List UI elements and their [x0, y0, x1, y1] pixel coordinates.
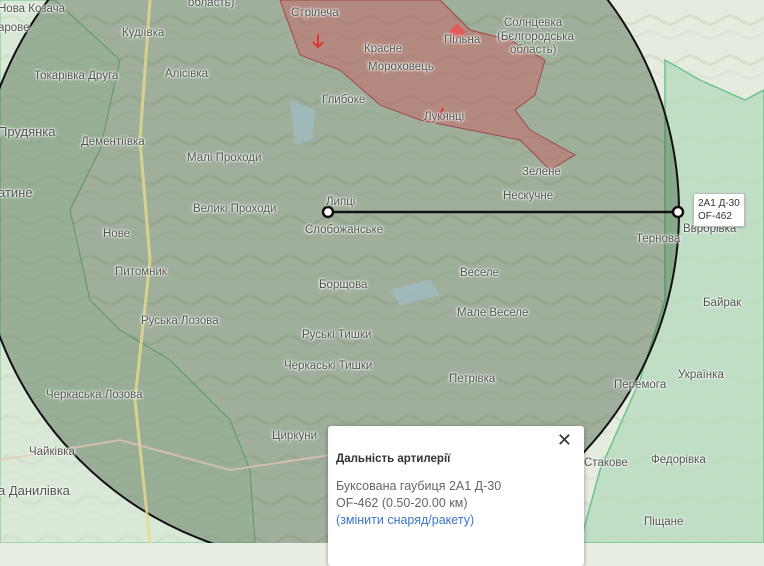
- place-label: арове: [0, 22, 30, 34]
- place-label: атине: [0, 185, 33, 200]
- place-label: Байрак: [703, 297, 742, 309]
- place-label: Алісівка: [165, 68, 209, 80]
- place-label: область): [188, 0, 235, 9]
- weapon-marker-label[interactable]: 2А1 Д-30 OF-462: [693, 193, 745, 227]
- place-label: Перемога: [614, 379, 667, 391]
- place-label: Циркуни: [272, 430, 318, 442]
- artillery-range-popup: ✕ Дальність артилерії Буксована гаубиця …: [328, 426, 584, 566]
- change-ammo-link[interactable]: (змінити снаряд/ракету): [336, 513, 474, 527]
- place-label: Дементіївка: [81, 136, 145, 148]
- place-label: Зелене: [522, 166, 561, 178]
- edge-handle[interactable]: [671, 205, 685, 219]
- place-label: Питомник: [115, 266, 167, 278]
- place-label: Нова Козача: [0, 3, 66, 15]
- place-label: Нескучне: [503, 190, 554, 202]
- place-label: а Данилівка: [0, 483, 70, 498]
- place-label: (Бєлгородська: [497, 31, 574, 43]
- place-label: Прудянка: [0, 124, 56, 139]
- place-label: Стакове: [584, 457, 628, 469]
- place-label: область): [510, 44, 557, 56]
- place-label: Тернова: [636, 233, 681, 245]
- weapon-name: 2А1 Д-30: [698, 198, 740, 209]
- place-label: Чайківка: [29, 446, 75, 458]
- place-label: Федорівка: [651, 454, 706, 466]
- place-label: Веселе: [460, 267, 499, 279]
- place-label: Черкаські Тишки: [284, 360, 373, 372]
- place-label: Мале Веселе: [457, 307, 529, 319]
- weapon-ammo: OF-462: [698, 211, 732, 222]
- place-label: Лукянці: [424, 111, 465, 123]
- place-label: Солнцевка: [504, 17, 563, 29]
- popup-weapon: Буксована гаубиця 2А1 Д-30: [336, 479, 502, 493]
- place-label: Красне: [364, 43, 402, 55]
- place-label: Українка: [678, 369, 724, 381]
- place-label: Піщане: [644, 516, 684, 528]
- place-label: Стрілеча: [291, 7, 339, 19]
- popup-title: Дальність артилерії: [336, 453, 451, 465]
- place-label: Липці: [326, 196, 356, 208]
- place-label: Руська Лозова: [141, 315, 219, 327]
- place-label: Мороховець: [368, 61, 434, 73]
- place-label: Пільна: [444, 34, 481, 46]
- place-label: Борщова: [319, 279, 368, 291]
- popup-range: OF-462 (0.50-20.00 км): [336, 496, 468, 510]
- place-label: Глибоке: [322, 94, 366, 106]
- place-label: Черкаська Лозова: [46, 389, 143, 401]
- place-label: Слобожанське: [305, 224, 384, 236]
- place-label: Токарівка Друга: [34, 70, 119, 82]
- place-label: Руські Тишки: [302, 329, 372, 341]
- close-icon[interactable]: ✕: [557, 431, 572, 449]
- place-label: Малі Проходи: [187, 152, 262, 164]
- center-handle[interactable]: [321, 205, 335, 219]
- place-label: Кудіївка: [122, 27, 165, 39]
- place-label: Великі Проходи: [193, 203, 277, 215]
- place-label: Нове: [103, 228, 131, 240]
- place-label: Петрівка: [449, 373, 496, 385]
